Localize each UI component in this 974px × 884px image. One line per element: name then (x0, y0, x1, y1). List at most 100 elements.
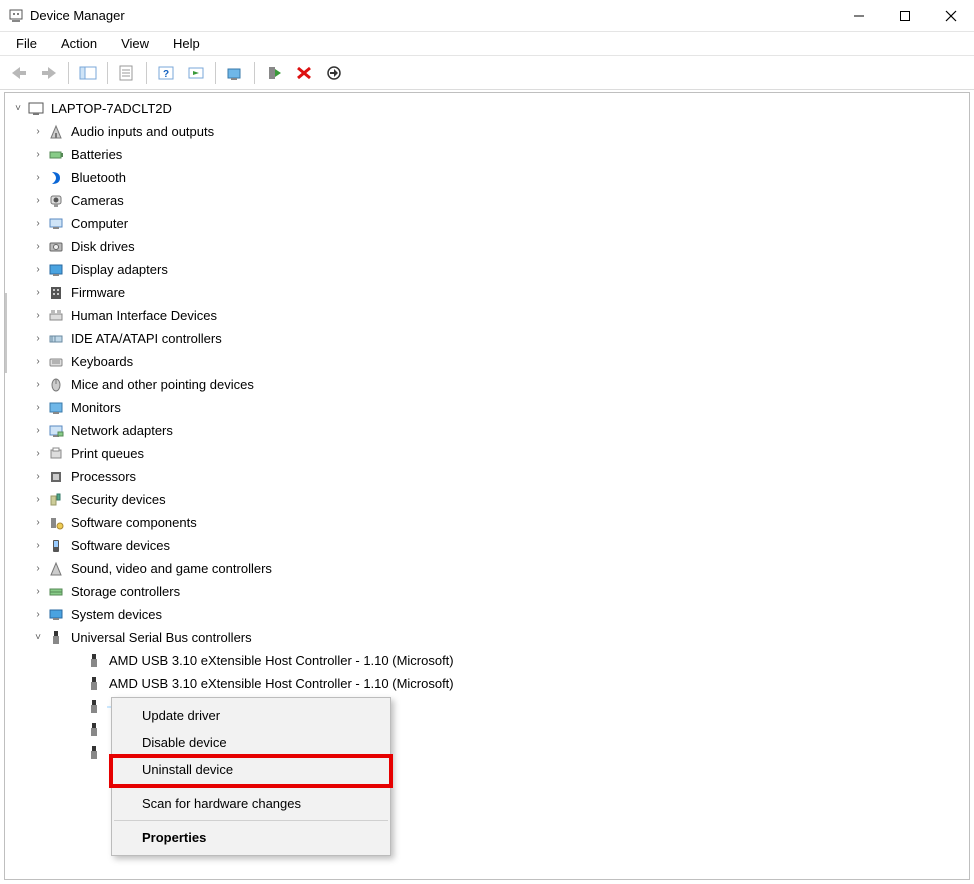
device-category-icon (47, 583, 65, 601)
uninstall-device-button[interactable] (291, 60, 317, 86)
tree-category[interactable]: ›Bluetooth (5, 166, 969, 189)
tree-category[interactable]: ›Processors (5, 465, 969, 488)
tree-category-label: IDE ATA/ATAPI controllers (69, 330, 224, 347)
menu-action[interactable]: Action (51, 34, 107, 53)
device-category-icon (47, 445, 65, 463)
tree-category-label: Display adapters (69, 261, 170, 278)
update-driver-button[interactable] (222, 60, 248, 86)
caret-right-icon[interactable]: › (31, 148, 45, 162)
caret-placeholder (69, 723, 83, 737)
caret-right-icon[interactable]: › (31, 470, 45, 484)
ctx-uninstall-device[interactable]: Uninstall device (112, 756, 390, 783)
device-tree-panel: ˅ LAPTOP-7ADCLT2D ›Audio inputs and outp… (4, 92, 970, 880)
enable-device-button[interactable] (261, 60, 287, 86)
properties-button[interactable] (114, 60, 140, 86)
caret-down-icon[interactable]: ˅ (11, 102, 25, 116)
menu-view[interactable]: View (111, 34, 159, 53)
caret-down-icon[interactable]: ˅ (31, 631, 45, 645)
caret-right-icon[interactable]: › (31, 286, 45, 300)
ctx-scan-hardware[interactable]: Scan for hardware changes (112, 790, 390, 817)
tree-category[interactable]: ›Sound, video and game controllers (5, 557, 969, 580)
tree-category[interactable]: ›Software components (5, 511, 969, 534)
usb-device-icon (85, 698, 103, 716)
show-hide-console-button[interactable] (75, 60, 101, 86)
caret-right-icon[interactable]: › (31, 332, 45, 346)
caret-right-icon[interactable]: › (31, 493, 45, 507)
caret-right-icon[interactable]: › (31, 171, 45, 185)
caret-right-icon[interactable]: › (31, 217, 45, 231)
tree-category-usb[interactable]: ˅ Universal Serial Bus controllers (5, 626, 969, 649)
tree-category[interactable]: ›Human Interface Devices (5, 304, 969, 327)
tree-category[interactable]: › Batteries (5, 143, 969, 166)
tree-category[interactable]: › Display adapters (5, 258, 969, 281)
tree-category[interactable]: ›Security devices (5, 488, 969, 511)
device-category-icon (47, 353, 65, 371)
device-category-icon (47, 123, 65, 141)
title-bar: Device Manager (0, 0, 974, 32)
tree-category-label: Firmware (69, 284, 127, 301)
tree-category[interactable]: ›Audio inputs and outputs (5, 120, 969, 143)
caret-right-icon[interactable]: › (31, 585, 45, 599)
tree-category-label: Disk drives (69, 238, 137, 255)
tree-category[interactable]: ›Print queues (5, 442, 969, 465)
caret-right-icon[interactable]: › (31, 424, 45, 438)
caret-right-icon[interactable]: › (31, 516, 45, 530)
tree-category[interactable]: ›Network adapters (5, 419, 969, 442)
caret-right-icon[interactable]: › (31, 355, 45, 369)
tree-category[interactable]: › Computer (5, 212, 969, 235)
tree-category[interactable]: ›Storage controllers (5, 580, 969, 603)
caret-right-icon[interactable]: › (31, 401, 45, 415)
device-category-icon (47, 146, 65, 164)
tree-scrollbar[interactable] (5, 293, 7, 373)
tree-category[interactable]: ›Mice and other pointing devices (5, 373, 969, 396)
tree-category[interactable]: › Firmware (5, 281, 969, 304)
caret-placeholder (69, 654, 83, 668)
ctx-update-driver[interactable]: Update driver (112, 702, 390, 729)
tree-category[interactable]: › Disk drives (5, 235, 969, 258)
caret-right-icon[interactable]: › (31, 378, 45, 392)
device-category-icon (47, 307, 65, 325)
caret-right-icon[interactable]: › (31, 263, 45, 277)
tree-category-label: Batteries (69, 146, 124, 163)
disable-device-button[interactable] (321, 60, 347, 86)
caret-right-icon[interactable]: › (31, 539, 45, 553)
tree-root[interactable]: ˅ LAPTOP-7ADCLT2D (5, 97, 969, 120)
toolbar-separator (215, 62, 216, 84)
scan-hardware-button[interactable] (183, 60, 209, 86)
ctx-disable-device[interactable]: Disable device (112, 729, 390, 756)
caret-right-icon[interactable]: › (31, 447, 45, 461)
tree-category-label: Universal Serial Bus controllers (69, 629, 254, 646)
help-button[interactable]: ? (153, 60, 179, 86)
device-category-icon (47, 537, 65, 555)
device-category-icon (47, 284, 65, 302)
tree-device[interactable]: AMD USB 3.10 eXtensible Host Controller … (5, 649, 969, 672)
close-button[interactable] (928, 0, 974, 32)
caret-placeholder (69, 700, 83, 714)
forward-button[interactable] (36, 60, 62, 86)
caret-right-icon[interactable]: › (31, 309, 45, 323)
tree-category[interactable]: ›Keyboards (5, 350, 969, 373)
menu-file[interactable]: File (6, 34, 47, 53)
caret-right-icon[interactable]: › (31, 608, 45, 622)
tree-root-label: LAPTOP-7ADCLT2D (49, 100, 174, 117)
tree-category[interactable]: ›Monitors (5, 396, 969, 419)
tree-category[interactable]: › System devices (5, 603, 969, 626)
tree-category-label: Computer (69, 215, 130, 232)
back-button[interactable] (6, 60, 32, 86)
tree-category[interactable]: › IDE ATA/ATAPI controllers (5, 327, 969, 350)
caret-right-icon[interactable]: › (31, 562, 45, 576)
tree-category[interactable]: › Cameras (5, 189, 969, 212)
tree-category-label: Cameras (69, 192, 126, 209)
caret-right-icon[interactable]: › (31, 125, 45, 139)
maximize-button[interactable] (882, 0, 928, 32)
tree-category[interactable]: ›Software devices (5, 534, 969, 557)
ctx-properties[interactable]: Properties (112, 824, 390, 851)
menu-help[interactable]: Help (163, 34, 210, 53)
svg-text:?: ? (163, 69, 169, 80)
tree-category-label: System devices (69, 606, 164, 623)
caret-right-icon[interactable]: › (31, 240, 45, 254)
minimize-button[interactable] (836, 0, 882, 32)
tree-device[interactable]: AMD USB 3.10 eXtensible Host Controller … (5, 672, 969, 695)
caret-right-icon[interactable]: › (31, 194, 45, 208)
usb-device-icon (85, 652, 103, 670)
